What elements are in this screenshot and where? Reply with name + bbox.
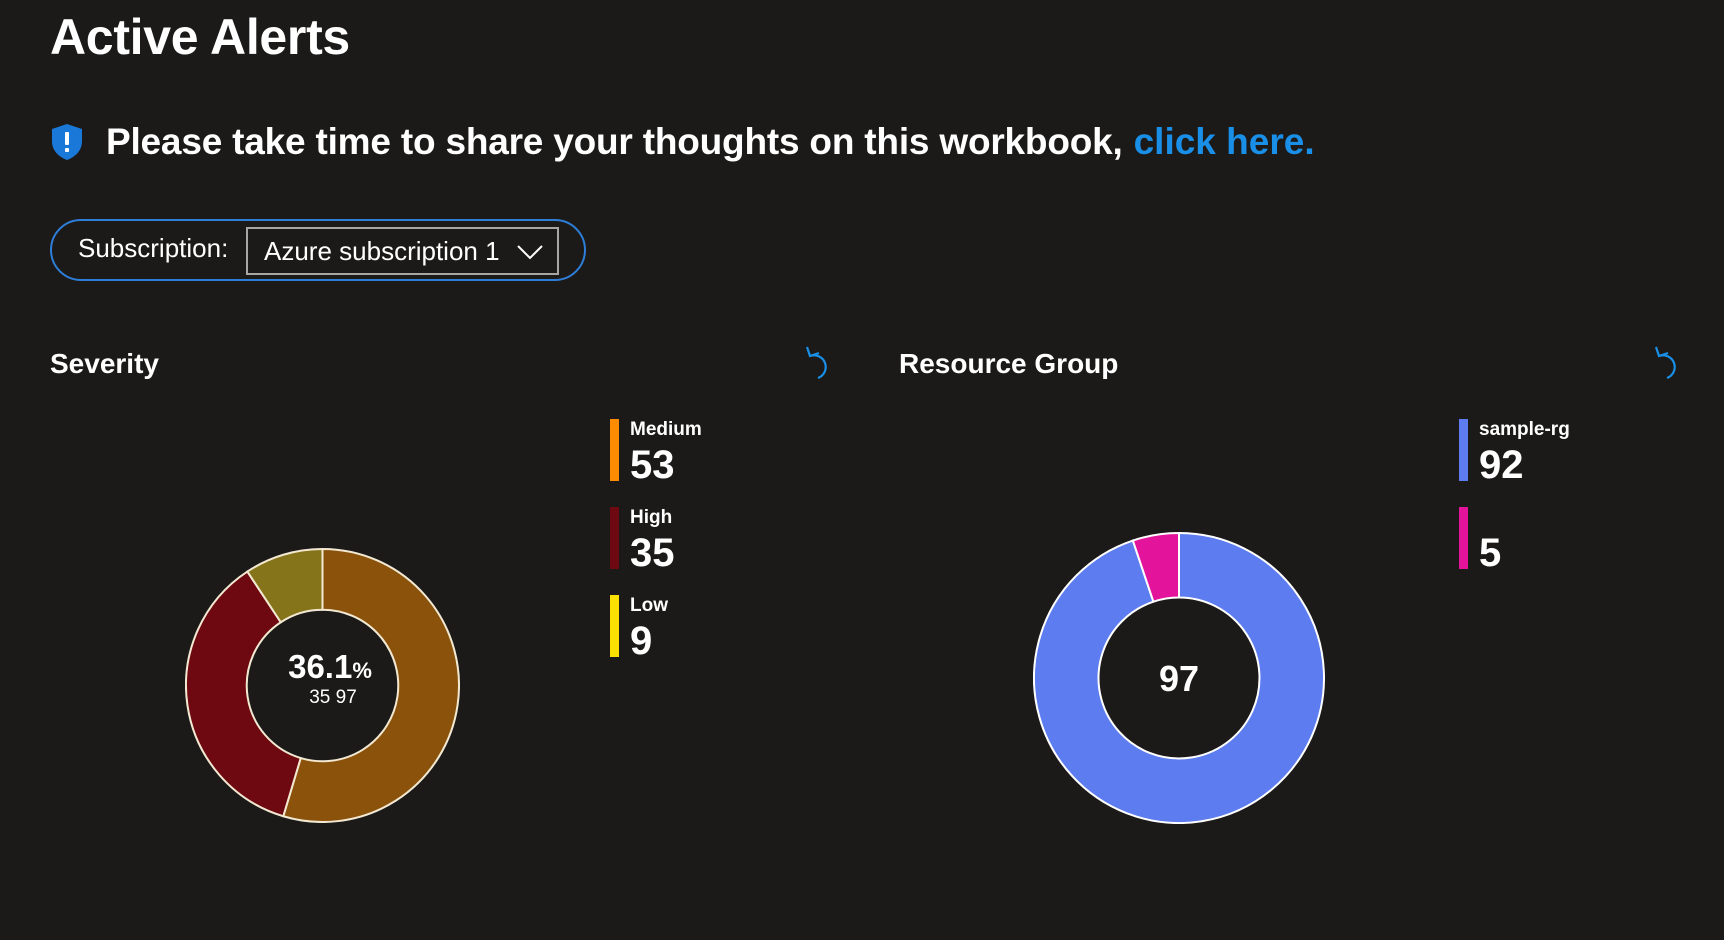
severity-center-percent: 36.1% xyxy=(230,648,430,686)
legend-value: 5 xyxy=(1479,531,1502,575)
page-title: Active Alerts xyxy=(50,9,350,65)
refresh-icon[interactable] xyxy=(1653,344,1683,380)
legend-label: Low xyxy=(630,595,668,616)
subscription-selected-value: Azure subscription 1 xyxy=(264,235,500,266)
resource-group-title: Resource Group xyxy=(899,348,1119,379)
legend-value: 53 xyxy=(630,443,675,487)
legend-color-bar xyxy=(1459,507,1468,569)
severity-title: Severity xyxy=(50,348,159,379)
feedback-link[interactable]: click here. xyxy=(1134,121,1315,163)
severity-center-total: 97 xyxy=(335,687,357,708)
legend-value: 35 xyxy=(630,531,675,575)
subscription-dropdown[interactable]: Azure subscription 1 xyxy=(246,227,559,275)
feedback-banner: Please take time to share your thoughts … xyxy=(50,116,1315,168)
legend-label: High xyxy=(630,507,673,528)
feedback-text: Please take time to share your thoughts … xyxy=(106,121,1123,162)
legend-color-bar xyxy=(610,507,619,569)
legend-label: sample-rg xyxy=(1479,419,1570,440)
legend-color-bar xyxy=(610,419,619,481)
subscription-label: Subscription: xyxy=(78,233,229,263)
legend-color-bar xyxy=(610,595,619,657)
chevron-down-icon xyxy=(517,245,543,260)
refresh-icon[interactable] xyxy=(804,344,834,380)
severity-percent-value: 36.1 xyxy=(288,648,353,685)
legend-item-low[interactable]: Low 9 xyxy=(610,595,830,663)
legend-label: Medium xyxy=(630,419,702,440)
legend-value: 9 xyxy=(630,619,653,663)
shield-info-icon xyxy=(52,124,82,160)
legend-item-medium[interactable]: Medium 53 xyxy=(610,419,830,487)
severity-center-value: 35 xyxy=(309,687,331,708)
legend-value: 92 xyxy=(1479,443,1524,487)
legend-item-unnamed[interactable]: 5 xyxy=(1459,507,1679,575)
legend-item-high[interactable]: High 35 xyxy=(610,507,830,575)
severity-percent-sign: % xyxy=(352,658,372,683)
resource-group-center-total: 97 xyxy=(1158,658,1200,699)
legend-item-sample-rg[interactable]: sample-rg 92 xyxy=(1459,419,1679,487)
severity-center-sub: 35 97 xyxy=(233,687,433,709)
legend-color-bar xyxy=(1459,419,1468,481)
